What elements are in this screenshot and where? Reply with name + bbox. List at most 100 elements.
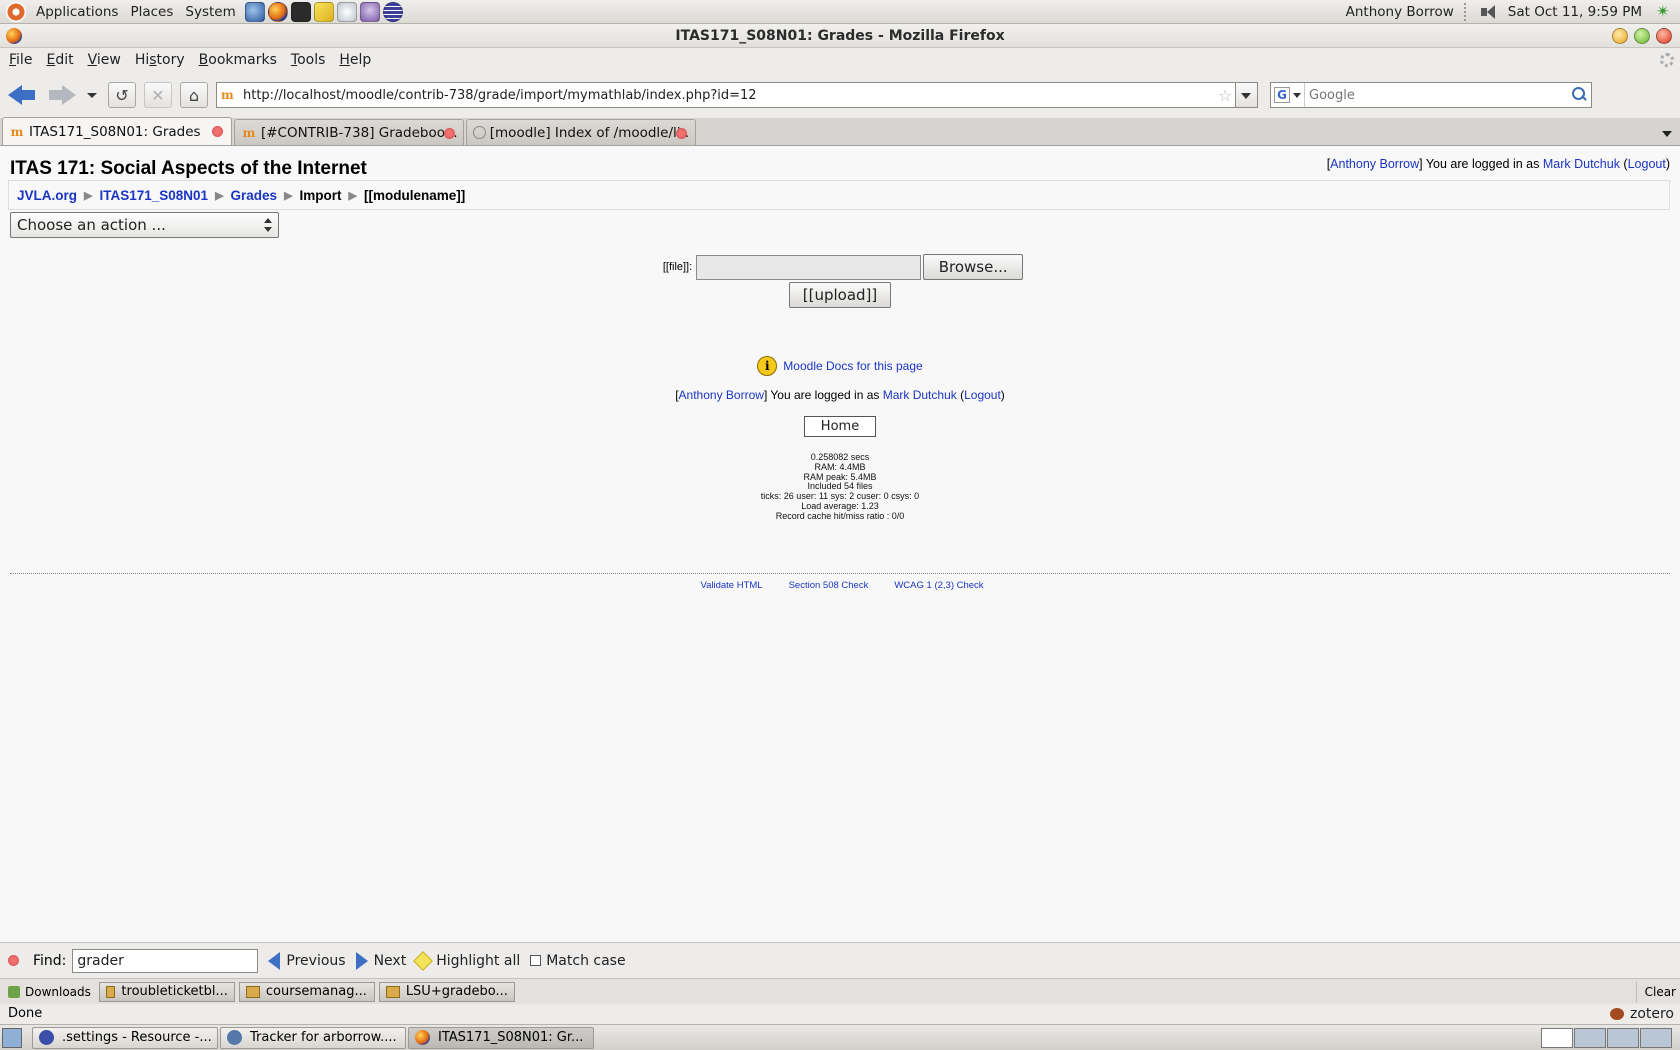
menu-view[interactable]: View (81, 52, 128, 68)
match-case-checkbox[interactable]: Match case (530, 953, 626, 969)
firefox-launcher-icon[interactable] (267, 1, 288, 22)
workspace-2[interactable] (1574, 1028, 1606, 1048)
network-launcher-icon[interactable] (336, 1, 357, 22)
section-508-link[interactable]: Section 508 Check (789, 580, 869, 591)
search-engine-selector[interactable]: G (1271, 83, 1305, 107)
task-label: .settings - Resource -... (62, 1030, 212, 1045)
validate-html-link[interactable]: Validate HTML (700, 580, 762, 591)
panel-username[interactable]: Anthony Borrow (1346, 4, 1454, 20)
url-history-dropdown-icon[interactable] (1236, 82, 1258, 108)
workspace-4[interactable] (1640, 1028, 1672, 1048)
browse-button[interactable]: Browse... (923, 254, 1024, 280)
applications-menu[interactable]: Applications (30, 4, 124, 20)
breadcrumb-course[interactable]: ITAS171_S08N01 (99, 188, 208, 203)
file-path-field[interactable] (696, 254, 922, 280)
file-upload-row: [[file]]: Browse... (0, 254, 1680, 280)
choose-action-select[interactable]: Choose an action ... (10, 212, 279, 238)
eclipse-launcher-icon[interactable] (382, 1, 403, 22)
moodle-docs-link[interactable]: Moodle Docs for this page (783, 359, 922, 373)
status-bar: Done zotero (0, 1004, 1680, 1024)
breadcrumb-separator-icon: ▶ (284, 189, 293, 202)
upload-button[interactable]: [[upload]] (789, 282, 891, 308)
highlight-all-button[interactable]: Highlight all (413, 950, 520, 971)
footer-divider (10, 573, 1670, 574)
perf-line: Record cache hit/miss ratio : 0/0 (775, 510, 905, 521)
task-label: Tracker for arborrow.... (250, 1030, 397, 1045)
close-tab-icon[interactable] (676, 128, 687, 139)
volume-icon[interactable] (1480, 4, 1498, 20)
clear-downloads-button[interactable]: Clear (1635, 982, 1676, 1002)
taskbar-item-eclipse[interactable]: .settings - Resource -... (32, 1026, 218, 1049)
wcag-check-link[interactable]: WCAG 1 (2,3) Check (894, 580, 983, 591)
bookmark-star-icon[interactable]: ☆ (1215, 86, 1235, 105)
tab-moodle-index[interactable]: o [moodle] Index of /moodle/li... (466, 119, 696, 145)
maximize-button[interactable] (1634, 28, 1650, 44)
close-find-bar-icon[interactable] (8, 955, 19, 966)
minimize-button[interactable] (1612, 28, 1628, 44)
menu-edit[interactable]: Edit (39, 52, 80, 68)
download-item[interactable]: troubleticketbl... (98, 981, 235, 1002)
breadcrumb-jvla[interactable]: JVLA.org (17, 188, 77, 203)
footer-logout-link[interactable]: Logout (964, 388, 1001, 402)
tab-list-dropdown-icon[interactable] (1662, 131, 1672, 137)
menu-tools[interactable]: Tools (284, 52, 333, 68)
tab-label: ITAS171_S08N01: Grades (29, 123, 201, 140)
fast-user-switch-icon[interactable]: ✴ (1652, 2, 1674, 22)
back-arrow-icon[interactable] (6, 81, 40, 109)
close-tab-icon[interactable] (444, 128, 455, 139)
system-menu[interactable]: System (179, 4, 241, 20)
close-window-button[interactable] (1656, 28, 1672, 44)
tab-grades[interactable]: m ITAS171_S08N01: Grades (2, 117, 232, 145)
stop-icon[interactable]: ✕ (144, 82, 172, 108)
real-user-link[interactable]: Anthony Borrow (1330, 157, 1419, 171)
menu-bookmarks[interactable]: Bookmarks (192, 52, 284, 68)
workspace-1[interactable] (1541, 1028, 1573, 1048)
folder-icon (105, 985, 116, 998)
top-panel: Applications Places System Anthony Borro… (0, 0, 1680, 24)
taskbar-item-firefox[interactable]: ITAS171_S08N01: Gr... (408, 1026, 594, 1049)
search-box[interactable]: G (1270, 82, 1592, 108)
zotero-button[interactable]: zotero (1609, 1004, 1674, 1024)
logout-link[interactable]: Logout (1628, 157, 1666, 171)
find-previous-button[interactable]: Previous (268, 951, 346, 970)
breadcrumb-grades[interactable]: Grades (231, 188, 278, 203)
window-title-bar[interactable]: ITAS171_S08N01: Grades - Mozilla Firefox (0, 24, 1680, 48)
thunderbird-launcher-icon[interactable] (244, 1, 265, 22)
forward-arrow-icon[interactable] (44, 81, 78, 109)
download-item[interactable]: LSU+gradebo... (378, 981, 515, 1002)
download-item[interactable]: coursemanag... (238, 981, 375, 1002)
terminal-launcher-icon[interactable] (290, 1, 311, 22)
firefox-window-icon[interactable] (6, 28, 22, 44)
find-input[interactable] (72, 948, 259, 973)
ubuntu-logo-icon[interactable] (6, 1, 26, 22)
url-bar[interactable]: m ☆ (216, 82, 1236, 108)
footer-logged-user-link[interactable]: Mark Dutchuk (883, 388, 957, 402)
footer-real-user-link[interactable]: Anthony Borrow (679, 388, 764, 402)
pidgin-launcher-icon[interactable] (359, 1, 380, 22)
tab-contrib-738[interactable]: m [#CONTRIB-738] Gradeboo... (234, 119, 464, 145)
menu-history[interactable]: History (128, 52, 192, 68)
url-input[interactable] (243, 87, 1215, 103)
panel-clock[interactable]: Sat Oct 11, 9:59 PM (1508, 4, 1642, 20)
close-tab-icon[interactable] (212, 126, 223, 137)
downloads-label[interactable]: Downloads (8, 985, 91, 999)
menu-file[interactable]: File (2, 52, 39, 68)
search-icon[interactable] (1569, 84, 1591, 106)
taskbar-item-tracker[interactable]: Tracker for arborrow.... (220, 1026, 406, 1049)
chevron-down-icon (1293, 92, 1301, 98)
workspace-3[interactable] (1607, 1028, 1639, 1048)
find-next-button[interactable]: Next (355, 951, 406, 970)
logged-user-link[interactable]: Mark Dutchuk (1543, 157, 1620, 171)
text-editor-launcher-icon[interactable] (313, 1, 334, 22)
show-desktop-icon[interactable] (2, 1027, 22, 1048)
home-icon[interactable]: ⌂ (180, 82, 208, 108)
docs-row: i Moodle Docs for this page (0, 356, 1680, 376)
history-dropdown-icon[interactable] (84, 81, 100, 109)
menu-help[interactable]: Help (332, 52, 378, 68)
validator-links: Validate HTML Section 508 Check WCAG 1 (… (0, 580, 1680, 591)
places-menu[interactable]: Places (124, 4, 179, 20)
reload-icon[interactable]: ↺ (108, 82, 136, 108)
home-button[interactable]: Home (804, 416, 876, 437)
search-input[interactable] (1309, 87, 1569, 103)
checkbox-icon[interactable] (530, 955, 542, 966)
